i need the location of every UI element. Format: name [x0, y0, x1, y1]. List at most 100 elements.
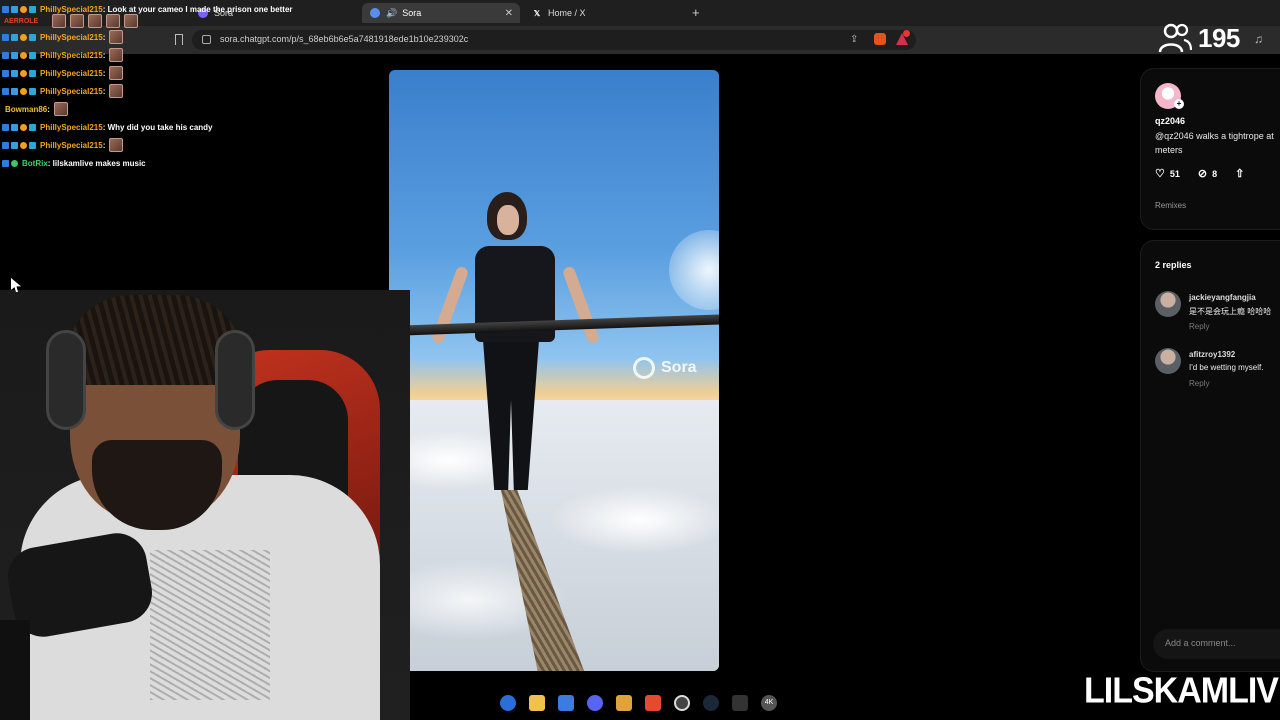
reply-link[interactable]: Reply: [1189, 379, 1209, 388]
app-icon[interactable]: [616, 695, 632, 711]
badge-icon: [2, 87, 9, 95]
edge-icon[interactable]: [500, 695, 516, 711]
badge-icon: [2, 5, 9, 13]
emote-icon: [109, 84, 124, 98]
badge-icon: [29, 141, 36, 149]
chat-message: PhillySpecial215 :: [2, 28, 302, 46]
chat-message: PhillySpecial215 :: [2, 82, 302, 100]
badge-icon: [20, 87, 27, 95]
chat-text: :: [102, 68, 106, 78]
emote-icon: [109, 138, 124, 152]
chat-username: PhillySpecial215: [40, 68, 103, 78]
close-tab-icon[interactable]: ✕: [505, 8, 513, 19]
quality-4k-icon[interactable]: 4K: [761, 695, 777, 711]
replies-panel: 2 replies jackieyangfangjia 是不是会玩上瘾 哈哈哈 …: [1140, 240, 1280, 672]
chat-text: :: [102, 32, 106, 42]
chat-text: : Why did you take his candy: [102, 122, 213, 132]
author-name[interactable]: qz2046: [1155, 116, 1185, 126]
sora-watermark: Sora: [633, 357, 697, 379]
chat-text: :: [102, 140, 106, 150]
like-count: 51: [1169, 168, 1180, 179]
new-tab-icon[interactable]: +: [692, 5, 700, 20]
chat-username: Bowman86: [5, 104, 48, 114]
chat-username: PhillySpecial215: [40, 122, 103, 132]
badge-icon: [11, 87, 18, 95]
app-icon[interactable]: [732, 695, 748, 711]
speaker-icon: 🔊: [386, 7, 398, 18]
tab-label: Sora: [402, 8, 422, 18]
watermark-text: Sora: [661, 359, 697, 376]
reply-link[interactable]: Reply: [1189, 322, 1209, 331]
chat-message: PhillySpecial215 :: [2, 136, 302, 154]
brave-shield-icon[interactable]: [874, 33, 886, 45]
chat-username: PhillySpecial215: [40, 4, 103, 14]
badge-icon: [29, 5, 36, 13]
streamer-brand: LILSKAMLIVE: [1084, 671, 1280, 711]
remix-icon: ⊘: [1197, 168, 1208, 180]
walker-arm: [561, 265, 601, 345]
follow-plus-icon[interactable]: +: [1174, 99, 1184, 109]
emote-icon: [109, 30, 124, 44]
emote-icon: [70, 14, 85, 28]
comment-input[interactable]: Add a comment...: [1153, 629, 1280, 659]
tab-sora-active[interactable]: 🔊 Sora ✕: [362, 3, 520, 23]
badge-icon: [20, 69, 27, 77]
badge-icon: [11, 159, 18, 167]
sora-video-player[interactable]: Sora: [389, 70, 719, 671]
post-stats: ♡ 51 ⊘ 8 ⇧: [1155, 167, 1267, 180]
badge-icon: [2, 51, 9, 59]
replies-title: 2 replies: [1155, 260, 1192, 270]
emote-icon: [124, 14, 139, 28]
viewer-counter: 195: [1158, 22, 1240, 54]
commenter-name[interactable]: jackieyangfangjia: [1189, 293, 1256, 302]
chat-message: PhillySpecial215 : Why did you take his …: [2, 118, 302, 136]
viewer-count: 195: [1198, 22, 1240, 53]
notification-dot: [903, 30, 910, 37]
sora-tab-icon: [370, 8, 380, 18]
remix-button[interactable]: ⊘ 8: [1198, 167, 1217, 180]
mic-arm: [0, 620, 30, 720]
commenter-name[interactable]: afitzroy1392: [1189, 350, 1235, 359]
badge-icon: [29, 123, 36, 131]
comment-text: 是不是会玩上瘾 哈哈哈: [1189, 307, 1272, 316]
chat-username: PhillySpecial215: [40, 32, 103, 42]
commenter-avatar[interactable]: [1155, 291, 1181, 317]
store-icon[interactable]: [558, 695, 574, 711]
badge-icon: [20, 33, 27, 41]
chat-text: :: [102, 50, 106, 60]
badge-icon: [29, 69, 36, 77]
steam-icon[interactable]: [703, 695, 719, 711]
badge-icon: [20, 51, 27, 59]
walker-face: [497, 205, 519, 235]
share-icon[interactable]: ⇪: [850, 34, 858, 45]
emote-icon: [53, 102, 68, 116]
upload-icon: ⇧: [1235, 168, 1245, 180]
badge-icon: [2, 123, 9, 131]
obs-icon[interactable]: [674, 695, 690, 711]
folder-icon[interactable]: [529, 695, 545, 711]
tab-x-home[interactable]: 𝕏 Home / X: [524, 3, 684, 23]
badge-icon: [20, 141, 27, 149]
chat-message: Bowman86 :: [2, 100, 302, 118]
brave-icon[interactable]: [645, 695, 661, 711]
commenter-avatar[interactable]: [1155, 348, 1181, 374]
badge-icon: [29, 87, 36, 95]
badge-icon: [20, 123, 27, 131]
chat-message: PhillySpecial215 :: [2, 46, 302, 64]
share-post-button[interactable]: ⇧: [1235, 167, 1249, 180]
chat-username: PhillySpecial215: [40, 86, 103, 96]
emote-icon: [52, 14, 67, 28]
chat-text: :: [102, 86, 106, 96]
post-info-panel: + qz2046 @qz2046 walks a tightrope at me…: [1140, 68, 1280, 230]
taskbar: 4K: [500, 693, 790, 713]
like-button[interactable]: ♡ 51: [1155, 167, 1180, 180]
discord-icon[interactable]: [587, 695, 603, 711]
post-description: @qz2046 walks a tightrope at meters: [1155, 131, 1274, 155]
badge-icon: [11, 141, 18, 149]
headset-icon: [215, 330, 255, 430]
sora-logo-icon: [633, 357, 655, 379]
stream-chat-overlay: PhillySpecial215 : Look at your cameo I …: [2, 0, 302, 172]
badge-icon: [2, 141, 9, 149]
badge-icon: [11, 123, 18, 131]
remixes-heading[interactable]: Remixes: [1155, 201, 1186, 210]
